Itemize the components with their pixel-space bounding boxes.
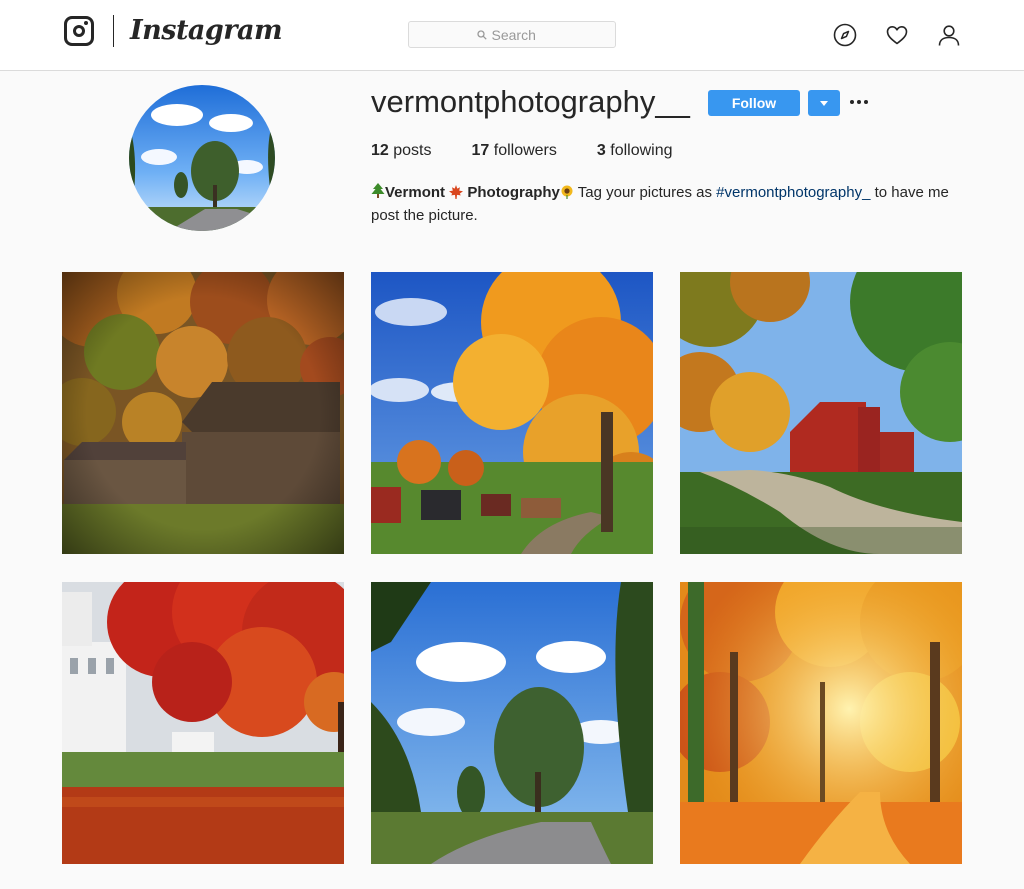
posts-count: 12 posts <box>371 142 432 160</box>
top-navigation-bar: Instagram <box>0 0 1024 71</box>
chevron-down-icon <box>820 100 828 106</box>
maple-farm-photo <box>371 272 653 554</box>
search-icon <box>476 29 487 40</box>
post-thumbnail-golden-forest[interactable] <box>680 582 962 864</box>
bio-text-before: Tag your pictures as <box>573 184 717 201</box>
evergreen-tree-icon <box>371 183 385 198</box>
barn-photo <box>62 272 344 554</box>
church-maple-photo <box>62 582 344 864</box>
bio-name-part2: Photography <box>467 184 560 201</box>
red-barn-road-photo <box>680 272 962 554</box>
search-input[interactable] <box>491 26 548 43</box>
activity-button[interactable] <box>884 22 910 48</box>
profile-avatar[interactable] <box>129 85 275 231</box>
heart-icon <box>886 26 908 45</box>
profile-stats: 12 posts 17 followers 3 following <box>371 142 713 160</box>
golden-forest-photo <box>680 582 962 864</box>
maple-leaf-icon <box>449 185 464 199</box>
post-thumbnail-church-maple[interactable] <box>62 582 344 864</box>
bio-hashtag-link[interactable]: #vermontphotography_ <box>716 184 870 201</box>
profile-username: vermontphotography__ <box>371 84 690 119</box>
following-link[interactable]: 3 following <box>597 142 673 160</box>
followers-label: followers <box>493 142 557 159</box>
followers-link[interactable]: 17 followers <box>472 142 557 160</box>
avatar-image <box>129 85 275 231</box>
posts-number: 12 <box>371 142 389 159</box>
suggestions-dropdown-button[interactable] <box>808 90 840 116</box>
profile-button[interactable] <box>936 22 962 48</box>
explore-button[interactable] <box>832 22 858 48</box>
search-box[interactable] <box>408 21 616 48</box>
user-icon <box>938 25 960 46</box>
follow-button[interactable]: Follow <box>708 90 800 116</box>
options-more-button[interactable] <box>850 92 868 112</box>
instagram-camera-icon[interactable] <box>64 16 94 46</box>
post-thumbnail-barn[interactable] <box>62 272 344 554</box>
dot-icon <box>864 100 868 104</box>
posts-label: posts <box>393 142 432 159</box>
post-thumbnail-maple-farm[interactable] <box>371 272 653 554</box>
following-number: 3 <box>596 142 606 159</box>
post-thumbnail-red-barn-road[interactable] <box>680 272 962 554</box>
dot-icon <box>857 100 861 104</box>
followers-number: 17 <box>471 142 490 159</box>
following-label: following <box>610 142 673 159</box>
instagram-wordmark-logo[interactable]: Instagram <box>130 15 283 46</box>
profile-bio: Vermont Photography Tag your pictures as… <box>371 181 961 227</box>
bio-name-part1: Vermont <box>385 184 446 201</box>
logo-divider <box>113 15 114 47</box>
compass-icon <box>833 23 857 47</box>
country-road-photo <box>371 582 653 864</box>
post-thumbnail-country-road[interactable] <box>371 582 653 864</box>
sunflower-icon <box>561 185 573 199</box>
dot-icon <box>850 100 854 104</box>
